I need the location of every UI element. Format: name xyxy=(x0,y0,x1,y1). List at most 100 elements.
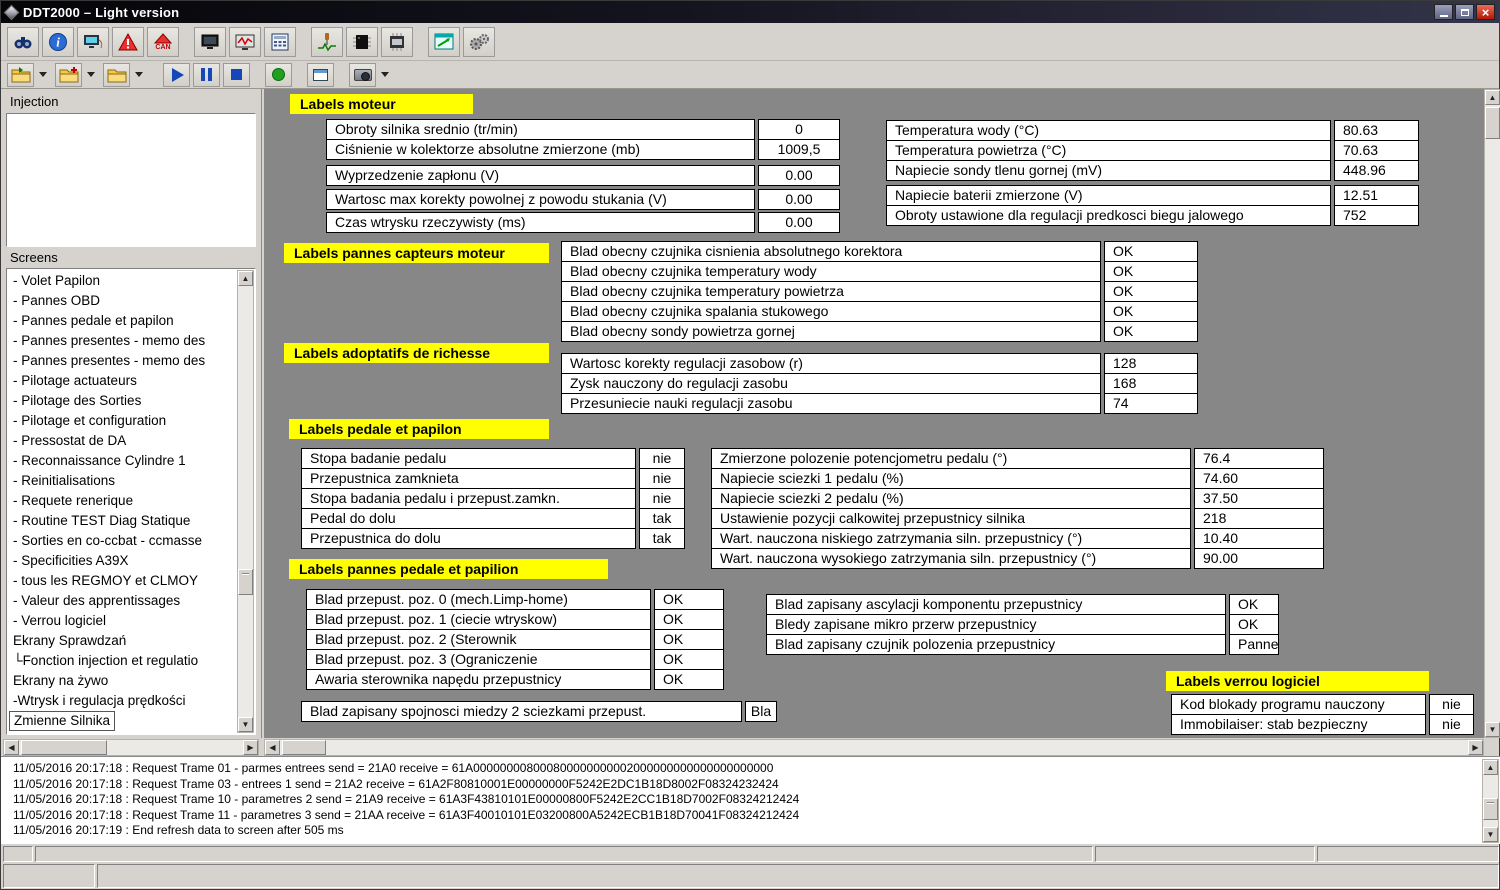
record-button[interactable] xyxy=(265,63,292,87)
add-folder-button[interactable] xyxy=(55,63,82,87)
close-button[interactable]: × xyxy=(1476,4,1495,20)
screens-list-item[interactable]: - Pilotage actuateurs xyxy=(9,371,237,391)
screens-list-item[interactable]: - Sorties en co-ccbat - ccmasse xyxy=(9,531,237,551)
open-folder-dropdown[interactable] xyxy=(37,63,49,87)
field-row: Blad zapisany spojnosci miedzy 2 sciezka… xyxy=(301,701,777,722)
screens-list-scrollbar[interactable]: ▲ ▼ xyxy=(237,270,254,733)
screens-list-item[interactable]: - Volet Papilon xyxy=(9,271,237,291)
section-tag-capteurs: Labels pannes capteurs moteur xyxy=(284,243,549,263)
screens-list-item[interactable]: - Pannes presentes - memo des xyxy=(9,351,237,371)
screens-list-item[interactable]: - tous les REGMOY et CLMOY xyxy=(9,571,237,591)
screens-list-item[interactable]: - Reconnaissance Cylindre 1 xyxy=(9,451,237,471)
screens-list-item[interactable]: - Pilotage des Sorties xyxy=(9,391,237,411)
field-label: Blad przepust. poz. 1 (ciecie wtryskow) xyxy=(306,609,651,630)
scroll-thumb[interactable] xyxy=(238,569,253,595)
screens-list-item[interactable]: - Valeur des apprentissages xyxy=(9,591,237,611)
scroll-thumb[interactable] xyxy=(21,740,107,755)
toolbar-separator xyxy=(151,62,163,88)
scroll-up-button[interactable]: ▲ xyxy=(238,271,253,286)
scroll-down-button[interactable]: ▼ xyxy=(1485,722,1500,737)
add-folder-dropdown[interactable] xyxy=(85,63,97,87)
screens-list-item[interactable]: └Fonction injection et regulatio xyxy=(9,651,237,671)
info-button[interactable]: i xyxy=(42,27,74,57)
main-vscrollbar[interactable]: ▲ ▼ xyxy=(1484,89,1500,738)
field-row: Napiecie baterii zmierzone (V)12.51 xyxy=(886,185,1419,206)
scroll-thumb[interactable] xyxy=(1485,107,1500,139)
stop-button[interactable] xyxy=(223,63,250,87)
field-label: Przepustnica do dolu xyxy=(301,528,636,549)
thumb-grip xyxy=(242,573,249,575)
field-label: Wart. nauczona wysokiego zatrzymania sil… xyxy=(711,548,1191,569)
sensor-faults-group: Blad obecny czujnika cisnienia absolutne… xyxy=(561,241,1198,342)
screens-list-item-selected[interactable]: Zmienne Silnika xyxy=(9,711,115,731)
screens-list-item[interactable]: - Verrou logiciel xyxy=(9,611,237,631)
scroll-up-button[interactable]: ▲ xyxy=(1483,760,1498,775)
graph-window-button[interactable] xyxy=(428,27,460,57)
log-vscrollbar[interactable]: ▲ ▼ xyxy=(1482,759,1499,843)
screens-list-item[interactable]: - Routine TEST Diag Statique xyxy=(9,511,237,531)
main-hscrollbar[interactable]: ◀ ▶ xyxy=(264,739,1484,756)
remote-screen-icon xyxy=(82,32,104,52)
screens-list-item[interactable]: Ekrany Sprawdzań xyxy=(9,631,237,651)
main-panel: Labels moteur Obroty silnika srednio (tr… xyxy=(264,89,1484,738)
graph-window-icon xyxy=(433,32,455,52)
oscilloscope-button[interactable] xyxy=(229,27,261,57)
scroll-right-button[interactable]: ▶ xyxy=(1468,740,1483,755)
restore-button[interactable] xyxy=(1455,4,1474,20)
browse-folder-dropdown[interactable] xyxy=(133,63,145,87)
field-value: 80.63 xyxy=(1334,120,1419,141)
scroll-up-button[interactable]: ▲ xyxy=(1485,90,1500,105)
stop-icon xyxy=(231,69,242,80)
field-value: tak xyxy=(639,508,685,529)
can-warning-button[interactable]: CAN xyxy=(147,27,179,57)
file-toolbar xyxy=(1,61,1499,89)
scroll-thumb[interactable] xyxy=(282,740,326,755)
scroll-left-button[interactable]: ◀ xyxy=(265,740,280,755)
sidebar-hscrollbar[interactable]: ◀ ▶ xyxy=(3,739,259,756)
log-panel[interactable]: 11/05/2016 20:17:18 : Request Trame 01 -… xyxy=(1,756,1500,844)
minimize-button[interactable] xyxy=(1434,4,1453,20)
eeprom-chip-button[interactable] xyxy=(381,27,413,57)
binoculars-icon xyxy=(12,32,34,52)
browse-folder-button[interactable] xyxy=(103,63,130,87)
ecu-chip-button[interactable] xyxy=(346,27,378,57)
field-row: Blad obecny czujnika temperatury wodyOK xyxy=(561,261,1198,282)
field-value: 1009,5 xyxy=(758,139,840,160)
screenshot-dropdown[interactable] xyxy=(379,63,391,87)
play-button[interactable] xyxy=(163,63,190,87)
open-folder-button[interactable] xyxy=(7,63,34,87)
injection-listbox[interactable] xyxy=(6,113,256,247)
dtc-warning-button[interactable] xyxy=(112,27,144,57)
toolbar-separator xyxy=(182,29,194,55)
sensor-signal-button[interactable] xyxy=(311,27,343,57)
screens-list-item[interactable]: - Requete renerique xyxy=(9,491,237,511)
screens-list-item[interactable]: - Pannes OBD xyxy=(9,291,237,311)
screenshot-camera-button[interactable] xyxy=(349,63,376,87)
field-value: 12.51 xyxy=(1334,185,1419,206)
calculator-button[interactable] xyxy=(264,27,296,57)
field-value: OK xyxy=(1229,614,1279,635)
screens-list-item[interactable]: - Specificities A39X xyxy=(9,551,237,571)
screens-list-item[interactable]: - Pressostat de DA xyxy=(9,431,237,451)
scroll-down-button[interactable]: ▼ xyxy=(1483,827,1498,842)
screens-list-item[interactable]: -Wtrysk i regulacja prędkości xyxy=(9,691,237,711)
settings-gears-button[interactable] xyxy=(463,27,495,57)
section-tag-richesse: Labels adoptatifs de richesse xyxy=(284,343,549,363)
screens-list-item[interactable]: Ekrany na żywo xyxy=(9,671,237,691)
monitor-button[interactable] xyxy=(194,27,226,57)
screens-list-item[interactable]: - Reinitialisations xyxy=(9,471,237,491)
search-binoculars-button[interactable] xyxy=(7,27,39,57)
window-layout-button[interactable] xyxy=(307,63,334,87)
pause-button[interactable] xyxy=(193,63,220,87)
screens-list-item[interactable]: - Pilotage et configuration xyxy=(9,411,237,431)
field-row: Wart. nauczona wysokiego zatrzymania sil… xyxy=(711,548,1324,569)
scroll-right-button[interactable]: ▶ xyxy=(243,740,258,755)
add-folder-icon xyxy=(58,66,80,84)
scroll-left-button[interactable]: ◀ xyxy=(4,740,19,755)
scroll-down-button[interactable]: ▼ xyxy=(238,717,253,732)
remote-screen-button[interactable] xyxy=(77,27,109,57)
screens-list-item[interactable]: - Pannes pedale et papilon xyxy=(9,311,237,331)
scroll-thumb[interactable] xyxy=(1483,798,1498,820)
field-label: Wartosc korekty regulacji zasobow (r) xyxy=(561,353,1101,374)
screens-list-item[interactable]: - Pannes presentes - memo des xyxy=(9,331,237,351)
